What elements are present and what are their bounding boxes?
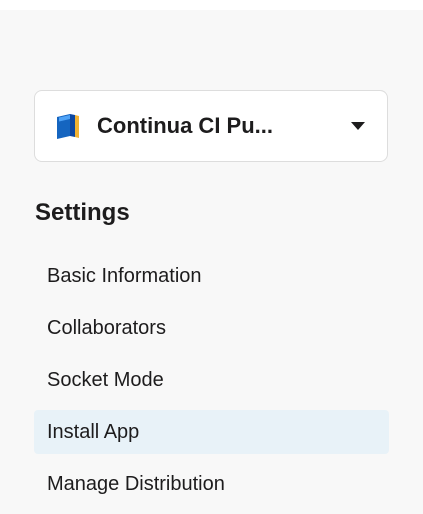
settings-nav: Basic Information Collaborators Socket M… [34, 254, 389, 514]
nav-item-manage-distribution[interactable]: Manage Distribution [34, 462, 389, 506]
nav-item-socket-mode[interactable]: Socket Mode [34, 358, 389, 402]
app-selector-dropdown[interactable]: Continua CI Pu... [34, 90, 388, 162]
nav-item-basic-information[interactable]: Basic Information [34, 254, 389, 298]
nav-item-install-app[interactable]: Install App [34, 410, 389, 454]
top-strip [0, 0, 423, 10]
nav-item-collaborators[interactable]: Collaborators [34, 306, 389, 350]
settings-section-title: Settings [35, 199, 130, 226]
caret-down-icon [351, 122, 365, 130]
book-icon [57, 114, 79, 139]
app-name: Continua CI Pu... [97, 113, 273, 138]
